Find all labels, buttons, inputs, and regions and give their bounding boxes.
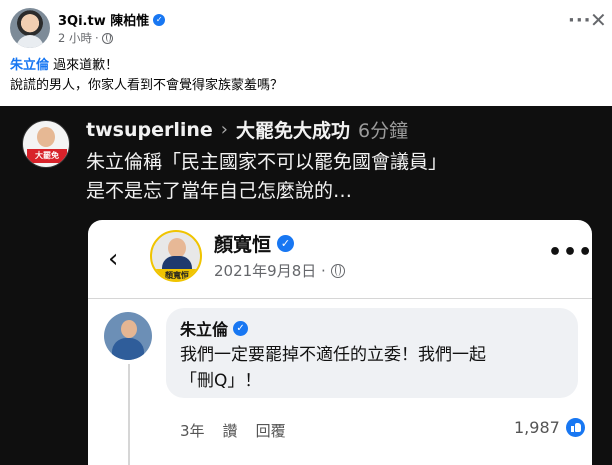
post-text-line-1: 朱立倫 過來道歉！ (10, 56, 600, 76)
verified-badge-icon: ✓ (233, 320, 249, 336)
comment-text: 我們一定要罷掉不適任的立委！我們一起 「刪Q」！ (180, 342, 570, 394)
globe-icon (101, 32, 113, 44)
tws-body-line-1: 朱立倫稱「民主國家不可以罷免國會議員」 (86, 151, 448, 173)
back-arrow-icon: ‹ (108, 244, 119, 274)
shared-image[interactable]: 大罷免 twsuperline › 大罷免大成功 6分鐘 朱立倫稱「民主國家不可… (0, 106, 612, 465)
tws-time-ago: 6分鐘 (357, 120, 409, 142)
post-header: 3Qi.tw 陳柏惟 ✓ 2 小時 · ··· ✕ (0, 0, 612, 56)
mention-link[interactable]: 朱立倫 (10, 58, 49, 73)
author-line: 3Qi.tw 陳柏惟 ✓ (58, 10, 166, 29)
comment-reply-link: 回覆 (255, 422, 286, 440)
tws-avatar: 大罷免 (22, 120, 70, 168)
chevron-right-icon: › (220, 119, 228, 140)
reaction-count: 1,987 (514, 418, 585, 437)
reaction-count-value: 1,987 (514, 418, 560, 437)
globe-icon (330, 263, 345, 278)
post-text: 朱立倫 過來道歉！ 說謊的男人，你家人看到不會覺得家族蒙羞嗎？ (10, 56, 600, 96)
close-icon[interactable]: ✕ (590, 8, 607, 32)
inner-screenshot-card: ‹ 顏寬恒 顏寬恒 ✓ 2021年9月8日 · ••• 朱立倫 ✓ 我們一定要罷… (88, 220, 592, 465)
thread-line (128, 364, 130, 465)
page-avatar-tag: 顏寬恒 (156, 269, 198, 280)
author-avatar[interactable] (10, 8, 50, 48)
page-post-date: 2021年9月8日 · (214, 262, 326, 280)
comment-like-link: 讚 (222, 422, 238, 440)
tws-avatar-badge: 大罷免 (27, 149, 67, 163)
page-name-line: 顏寬恒 ✓ (214, 230, 295, 257)
tws-body-line-2: 是不是忘了當年自己怎麼說的… (86, 180, 353, 202)
more-options-icon: ••• (548, 240, 592, 265)
like-icon (565, 418, 585, 437)
author-name[interactable]: 3Qi.tw 陳柏惟 (58, 10, 149, 29)
comment-text-line-2: 「刪Q」！ (180, 371, 262, 391)
more-options-icon[interactable]: ··· (568, 10, 592, 31)
post-time-line: 2 小時 · (58, 30, 113, 46)
comment-meta: 3年 讚 回覆 (180, 420, 286, 441)
tws-body: 朱立倫稱「民主國家不可以罷免國會議員」 是不是忘了當年自己怎麼說的… (86, 148, 447, 206)
page-avatar: 顏寬恒 (150, 230, 202, 282)
verified-badge-icon: ✓ (277, 235, 295, 252)
comment-age: 3年 (180, 422, 205, 440)
tws-header: twsuperline › 大罷免大成功 6分鐘 (86, 116, 408, 143)
verified-badge-icon: ✓ (153, 13, 166, 26)
divider (88, 298, 592, 299)
page-name: 顏寬恒 (214, 234, 272, 256)
separator-dot: · (94, 31, 99, 45)
post-text-line-1-rest: 過來道歉！ (49, 58, 119, 73)
comment-text-line-1: 我們一定要罷掉不適任的立委！我們一起 (180, 345, 486, 365)
page-post-date-line: 2021年9月8日 · (214, 260, 345, 281)
commenter-avatar (104, 312, 152, 360)
post-time[interactable]: 2 小時 (58, 30, 92, 46)
tws-username: twsuperline (86, 118, 213, 141)
tws-topic: 大罷免大成功 (235, 120, 350, 142)
commenter-name: 朱立倫 (180, 320, 229, 339)
post-text-line-2: 說謊的男人，你家人看到不會覺得家族蒙羞嗎？ (10, 78, 284, 93)
comment-bubble: 朱立倫 ✓ 我們一定要罷掉不適任的立委！我們一起 「刪Q」！ (166, 308, 578, 398)
commenter-name-line: 朱立倫 ✓ (180, 316, 249, 340)
